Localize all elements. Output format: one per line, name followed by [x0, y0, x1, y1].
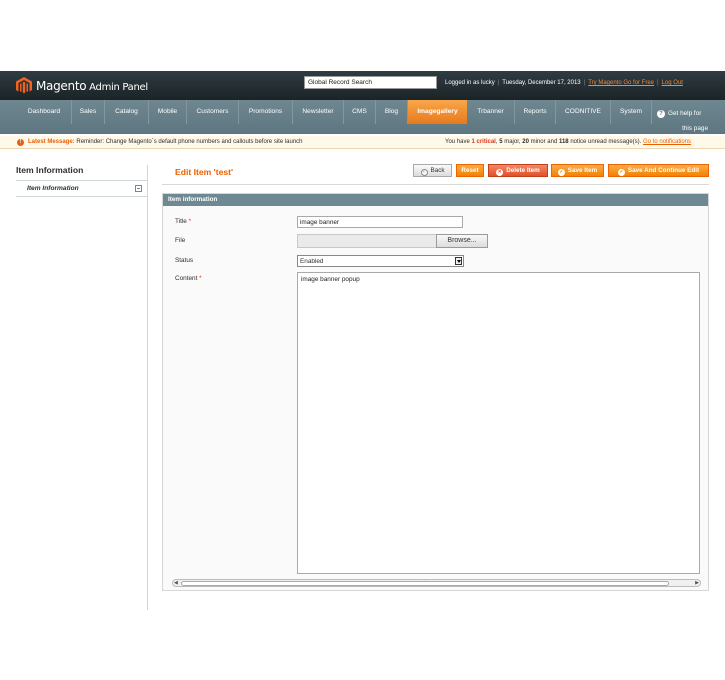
- fieldset-title: Item information: [163, 194, 708, 206]
- scroll-right-icon[interactable]: ▶: [695, 581, 699, 586]
- scroll-left-icon[interactable]: ◀: [174, 581, 178, 586]
- help-link[interactable]: ? Get help for this page: [657, 106, 713, 136]
- major-label: major,: [504, 139, 521, 145]
- logout-link[interactable]: Log Out: [662, 80, 683, 86]
- latest-message: Latest Message: Reminder: Change Magento…: [28, 139, 303, 145]
- sidebar-tab-item-information[interactable]: Item Information: [16, 180, 147, 197]
- delete-icon: ✕: [496, 169, 504, 176]
- collapse-icon: [135, 185, 142, 192]
- nav-cms[interactable]: CMS: [344, 100, 376, 124]
- message-counts: You have 1 critical, 5 major, 20 minor a…: [445, 139, 692, 145]
- reset-button[interactable]: Reset: [456, 164, 484, 177]
- nav-newsletter[interactable]: Newsletter: [293, 100, 344, 124]
- minor-count: 20: [522, 139, 529, 145]
- nav-promotions[interactable]: Promotions: [239, 100, 293, 124]
- save-item-button[interactable]: ✓ Save Item: [551, 164, 604, 177]
- admin-header: Magento Admin Panel Logged in as lucky|T…: [0, 71, 725, 100]
- critical-count: 1: [471, 139, 475, 145]
- global-search-input[interactable]: [304, 76, 437, 89]
- back-button[interactable]: ‹ Back: [413, 164, 452, 177]
- chevron-down-icon: [455, 257, 462, 265]
- file-input[interactable]: [297, 234, 437, 248]
- notice-label: notice unread message(s).: [570, 139, 642, 145]
- nav-reports[interactable]: Reports: [515, 100, 556, 124]
- go-to-notifications-link[interactable]: Go to notifications: [643, 139, 691, 145]
- nav-system[interactable]: System: [611, 100, 652, 124]
- nav-codnitive[interactable]: CODNITIVE: [556, 100, 611, 124]
- help-line-2: this page: [682, 125, 708, 132]
- header-date: Tuesday, December 17, 2013: [502, 80, 581, 86]
- latest-message-text: Reminder: Change Magento`s default phone…: [76, 139, 303, 145]
- sidebar-title: Item Information: [16, 165, 84, 175]
- main-nav: Dashboard Sales Catalog Mobile Customers…: [0, 100, 725, 134]
- back-button-label: Back: [430, 167, 445, 174]
- nav-dashboard[interactable]: Dashboard: [17, 100, 72, 124]
- item-information-fieldset: Item information Title * File Browse... …: [162, 193, 709, 591]
- magento-logo[interactable]: Magento Admin Panel: [16, 77, 148, 94]
- magento-logo-icon: [16, 77, 32, 94]
- content-label: Content *: [175, 275, 202, 282]
- nav-imagegallery[interactable]: Imagegallery: [408, 100, 467, 124]
- critical-label: critical: [476, 139, 496, 145]
- try-magento-link[interactable]: Try Magento Go for Free: [588, 80, 654, 86]
- horizontal-scrollbar[interactable]: ◀ ▶: [172, 578, 701, 587]
- back-arrow-icon: ‹: [420, 169, 428, 176]
- nav-trbanner[interactable]: Trbanner: [467, 100, 515, 124]
- file-label: File: [175, 237, 186, 244]
- content-label-text: Content: [175, 275, 198, 282]
- title-input[interactable]: [297, 216, 463, 228]
- scrollbar-thumb[interactable]: [181, 578, 669, 586]
- help-line-1: Get help for: [668, 110, 702, 117]
- you-have-text: You have: [445, 139, 470, 145]
- notice-count: 118: [558, 139, 569, 145]
- minor-label: minor and: [530, 139, 558, 145]
- header-user-info: Logged in as lucky | Tuesday, December 17,…: [445, 80, 683, 86]
- save-continue-check-icon: ✓: [617, 169, 625, 176]
- content-header-divider: [162, 184, 709, 185]
- alert-icon: !: [17, 139, 24, 146]
- nav-sales[interactable]: Sales: [72, 100, 105, 124]
- status-select[interactable]: Enabled: [297, 255, 464, 267]
- content-textarea[interactable]: image banner popup: [297, 272, 700, 574]
- title-required-mark: *: [188, 218, 192, 225]
- nav-blog[interactable]: Blog: [376, 100, 408, 124]
- content-required-mark: *: [199, 275, 202, 282]
- sidebar-tab-label: Item Information: [27, 185, 79, 192]
- title-label: Title *: [175, 218, 191, 225]
- sidebar-divider: [147, 165, 148, 610]
- browse-button[interactable]: Browse...: [436, 234, 488, 248]
- title-label-text: Title: [175, 218, 187, 225]
- save-continue-button-label: Save And Continue Edit: [627, 167, 700, 174]
- save-check-icon: ✓: [557, 169, 565, 176]
- save-button-label: Save Item: [567, 167, 598, 174]
- delete-item-button[interactable]: ✕ Delete Item: [488, 164, 548, 177]
- nav-catalog[interactable]: Catalog: [105, 100, 149, 124]
- brand-subtitle: Admin Panel: [89, 81, 148, 93]
- nav-customers[interactable]: Customers: [187, 100, 239, 124]
- brand-name: Magento: [36, 78, 87, 93]
- notification-bar: ! Latest Message: Reminder: Change Magen…: [0, 136, 725, 149]
- delete-button-label: Delete Item: [506, 167, 540, 174]
- major-count: 5: [499, 139, 503, 145]
- nav-mobile[interactable]: Mobile: [149, 100, 187, 124]
- help-icon: ?: [657, 110, 665, 118]
- status-selected-value: Enabled: [300, 258, 324, 265]
- save-and-continue-button[interactable]: ✓ Save And Continue Edit: [608, 164, 709, 177]
- page-title: Edit Item 'test': [175, 167, 234, 177]
- latest-message-label: Latest Message:: [28, 139, 75, 145]
- status-label: Status: [175, 257, 194, 264]
- logged-in-text: Logged in as lucky: [445, 80, 495, 86]
